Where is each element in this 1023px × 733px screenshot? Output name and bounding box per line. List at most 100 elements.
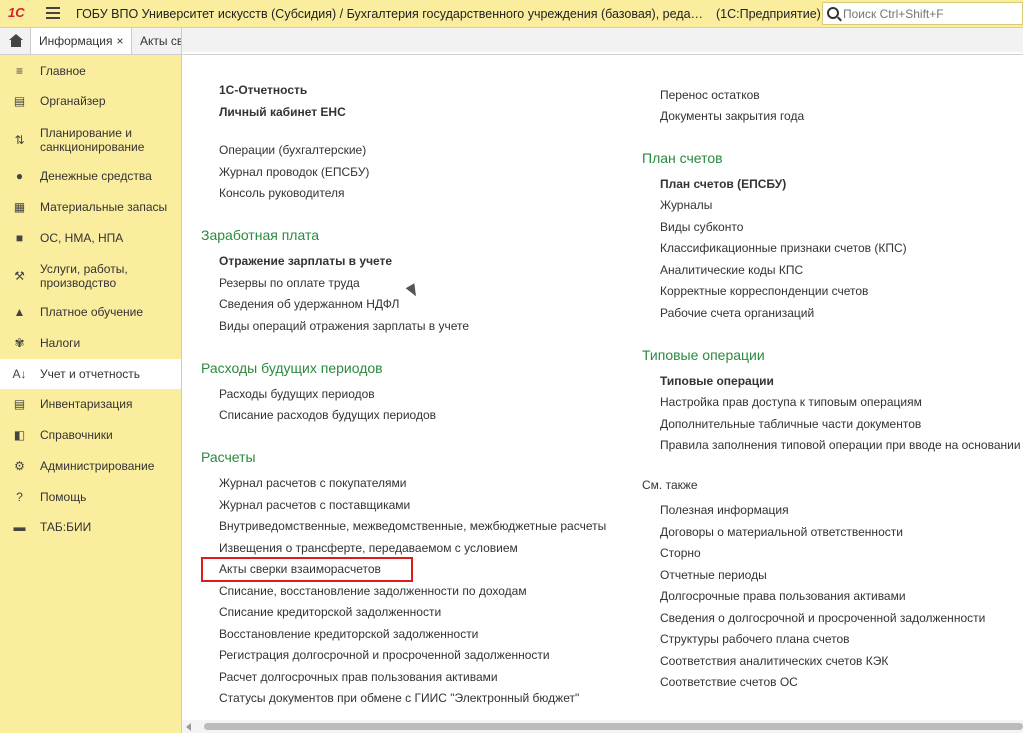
link-future-expenses[interactable]: Расходы будущих периодов — [219, 387, 375, 401]
sidebar-item-main[interactable]: ≡ Главное — [0, 61, 181, 81]
link-future-expenses-writeoff[interactable]: Списание расходов будущих периодов — [219, 408, 436, 422]
sidebar-item-label: Услуги, работы, производство — [40, 262, 128, 290]
app-name: (1С:Предприятие) — [716, 7, 821, 21]
link-journal-entries[interactable]: Журнал проводок (ЕПСБУ) — [219, 165, 369, 179]
link-debt-writeoff-income[interactable]: Списание, восстановление задолженности п… — [219, 584, 527, 598]
tab-bar: Информация× Акты сверки взаиморасчетов — [0, 28, 1023, 55]
link-year-closing-docs[interactable]: Документы закрытия года — [660, 109, 804, 123]
link-subconto-types[interactable]: Виды субконто — [660, 220, 743, 234]
link-kek-mapping[interactable]: Соответствия аналитических счетов КЭК — [660, 654, 888, 668]
search-icon — [827, 7, 839, 19]
hamburger-menu-icon[interactable] — [46, 7, 60, 19]
link-chart-of-accounts[interactable]: План счетов (ЕПСБУ) — [660, 177, 786, 191]
link-typical-operations[interactable]: Типовые операции — [660, 374, 774, 388]
link-fill-rules[interactable]: Правила заполнения типовой операции при … — [660, 438, 1021, 452]
sidebar-item-label: Планирование и санкционирование — [40, 126, 145, 154]
group-title-chart-of-accounts: План счетов — [642, 150, 723, 166]
sidebar-item-label: ТАБ:БИИ — [40, 520, 92, 534]
link-payables-writeoff[interactable]: Списание кредиторской задолженности — [219, 605, 441, 619]
taxes-icon: ✾ — [14, 335, 25, 350]
menu-icon: ≡ — [15, 63, 23, 78]
graduation-icon: ▲ — [13, 304, 26, 319]
link-longterm-debt-registration[interactable]: Регистрация долгосрочной и просроченной … — [219, 648, 550, 662]
link-liability-contracts[interactable]: Договоры о материальной ответственности — [660, 525, 903, 539]
sidebar: ≡ Главное ▤ Органайзер ⇅ Планирование и … — [0, 55, 182, 733]
home-icon — [9, 34, 23, 47]
tab-label: Акты сверки взаиморасчетов — [140, 34, 181, 48]
sidebar-item-inventory[interactable]: ▤ Инвентаризация — [0, 394, 181, 414]
link-transfer-notices[interactable]: Извещения о трансферте, передаваемом с у… — [219, 541, 518, 555]
link-additional-tables[interactable]: Дополнительные табличные части документо… — [660, 417, 921, 431]
sidebar-item-planning[interactable]: ⇅ Планирование и санкционирование — [0, 124, 181, 156]
sidebar-item-label: Денежные средства — [40, 169, 152, 183]
sidebar-item-help[interactable]: ? Помощь — [0, 487, 181, 507]
link-reporting-periods[interactable]: Отчетные периоды — [660, 568, 767, 582]
link-journals[interactable]: Журналы — [660, 198, 712, 212]
sidebar-item-label: Инвентаризация — [40, 397, 133, 411]
search-input[interactable] — [843, 5, 1021, 22]
sidebar-item-services[interactable]: ⚒ Услуги, работы, производство — [0, 260, 181, 292]
sidebar-item-label: Администрирование — [40, 459, 155, 473]
tab-icon: ▬ — [13, 519, 26, 534]
link-manager-console[interactable]: Консоль руководителя — [219, 186, 345, 200]
sidebar-item-label: Главное — [40, 64, 86, 78]
link-typical-ops-access[interactable]: Настройка прав доступа к типовым операци… — [660, 395, 922, 409]
link-balance-transfer[interactable]: Перенос остатков — [660, 88, 760, 102]
link-correspondences[interactable]: Корректные корреспонденции счетов — [660, 284, 868, 298]
link-salary-reserves[interactable]: Резервы по оплате труда — [219, 276, 360, 290]
link-interbudget-settlements[interactable]: Внутриведомственные, межведомственные, м… — [219, 519, 606, 533]
link-ndfl-info[interactable]: Сведения об удержанном НДФЛ — [219, 297, 399, 311]
link-kps-attributes[interactable]: Классификационные признаки счетов (КПС) — [660, 241, 907, 255]
link-os-accounts-mapping[interactable]: Соответствие счетов ОС — [660, 675, 798, 689]
app-logo[interactable]: 1С — [8, 5, 25, 20]
link-salary-reflection[interactable]: Отражение зарплаты в учете — [219, 254, 392, 268]
tab-reconciliation-acts[interactable]: Акты сверки взаиморасчетов — [132, 28, 182, 54]
books-icon: ◧ — [13, 427, 26, 442]
sidebar-item-label: ОС, НМА, НПА — [40, 231, 124, 245]
highlight-box — [201, 557, 413, 582]
sidebar-item-accounting[interactable]: A↓ Учет и отчетность — [0, 359, 181, 389]
link-salary-operation-types[interactable]: Виды операций отражения зарплаты в учете — [219, 319, 469, 333]
home-button[interactable] — [0, 28, 31, 54]
global-search[interactable] — [822, 2, 1023, 25]
sidebar-item-paid-education[interactable]: ▲ Платное обучение — [0, 302, 181, 322]
horizontal-scrollbar[interactable] — [182, 720, 1023, 733]
sidebar-item-materials[interactable]: ▦ Материальные запасы — [0, 197, 181, 217]
inventory-icon: ▤ — [13, 396, 26, 411]
window-title: ГОБУ ВПО Университет искусств (Субсидия)… — [76, 7, 706, 21]
link-giis-statuses[interactable]: Статусы документов при обмене с ГИИС "Эл… — [219, 691, 579, 705]
link-plan-structures[interactable]: Структуры рабочего плана счетов — [660, 632, 850, 646]
accounting-icon: A↓ — [12, 366, 27, 381]
sidebar-item-tab-bii[interactable]: ▬ ТАБ:БИИ — [0, 517, 181, 537]
group-title-typical-operations: Типовые операции — [642, 347, 765, 363]
gear-icon: ⚙ — [14, 458, 25, 473]
sidebar-item-references[interactable]: ◧ Справочники — [0, 425, 181, 445]
link-operations[interactable]: Операции (бухгалтерские) — [219, 143, 366, 157]
link-payables-restore[interactable]: Восстановление кредиторской задолженност… — [219, 627, 478, 641]
link-1c-reporting[interactable]: 1С-Отчетность — [219, 83, 307, 97]
sidebar-item-label: Платное обучение — [40, 305, 144, 319]
link-customer-settlements[interactable]: Журнал расчетов с покупателями — [219, 476, 407, 490]
link-useful-info[interactable]: Полезная информация — [660, 503, 789, 517]
tab-information[interactable]: Информация × — [31, 28, 132, 54]
link-storno[interactable]: Сторно — [660, 546, 701, 560]
link-longterm-rights[interactable]: Долгосрочные права пользования активами — [660, 589, 906, 603]
link-working-accounts[interactable]: Рабочие счета организаций — [660, 306, 814, 320]
scroll-left-icon[interactable] — [186, 723, 191, 731]
close-icon[interactable]: × — [116, 34, 123, 48]
sidebar-item-label: Налоги — [40, 336, 81, 350]
link-longterm-rights-calc[interactable]: Расчет долгосрочных прав пользования акт… — [219, 670, 498, 684]
sidebar-item-organizer[interactable]: ▤ Органайзер — [0, 91, 181, 111]
tab-label: Информация — [39, 34, 113, 48]
link-supplier-settlements[interactable]: Журнал расчетов с поставщиками — [219, 498, 410, 512]
sidebar-item-fixed-assets[interactable]: ■ ОС, НМА, НПА — [0, 228, 181, 248]
sidebar-item-administration[interactable]: ⚙ Администрирование — [0, 456, 181, 476]
link-ens-cabinet[interactable]: Личный кабинет ЕНС — [219, 105, 346, 119]
truck-icon: ■ — [15, 230, 24, 245]
sidebar-item-money[interactable]: ● Денежные средства — [0, 166, 181, 186]
scroll-thumb[interactable] — [204, 723, 1023, 730]
sidebar-item-taxes[interactable]: ✾ Налоги — [0, 333, 181, 353]
sidebar-item-label: Учет и отчетность — [40, 367, 140, 381]
link-longterm-debt-info[interactable]: Сведения о долгосрочной и просроченной з… — [660, 611, 985, 625]
link-kps-codes[interactable]: Аналитические коды КПС — [660, 263, 803, 277]
